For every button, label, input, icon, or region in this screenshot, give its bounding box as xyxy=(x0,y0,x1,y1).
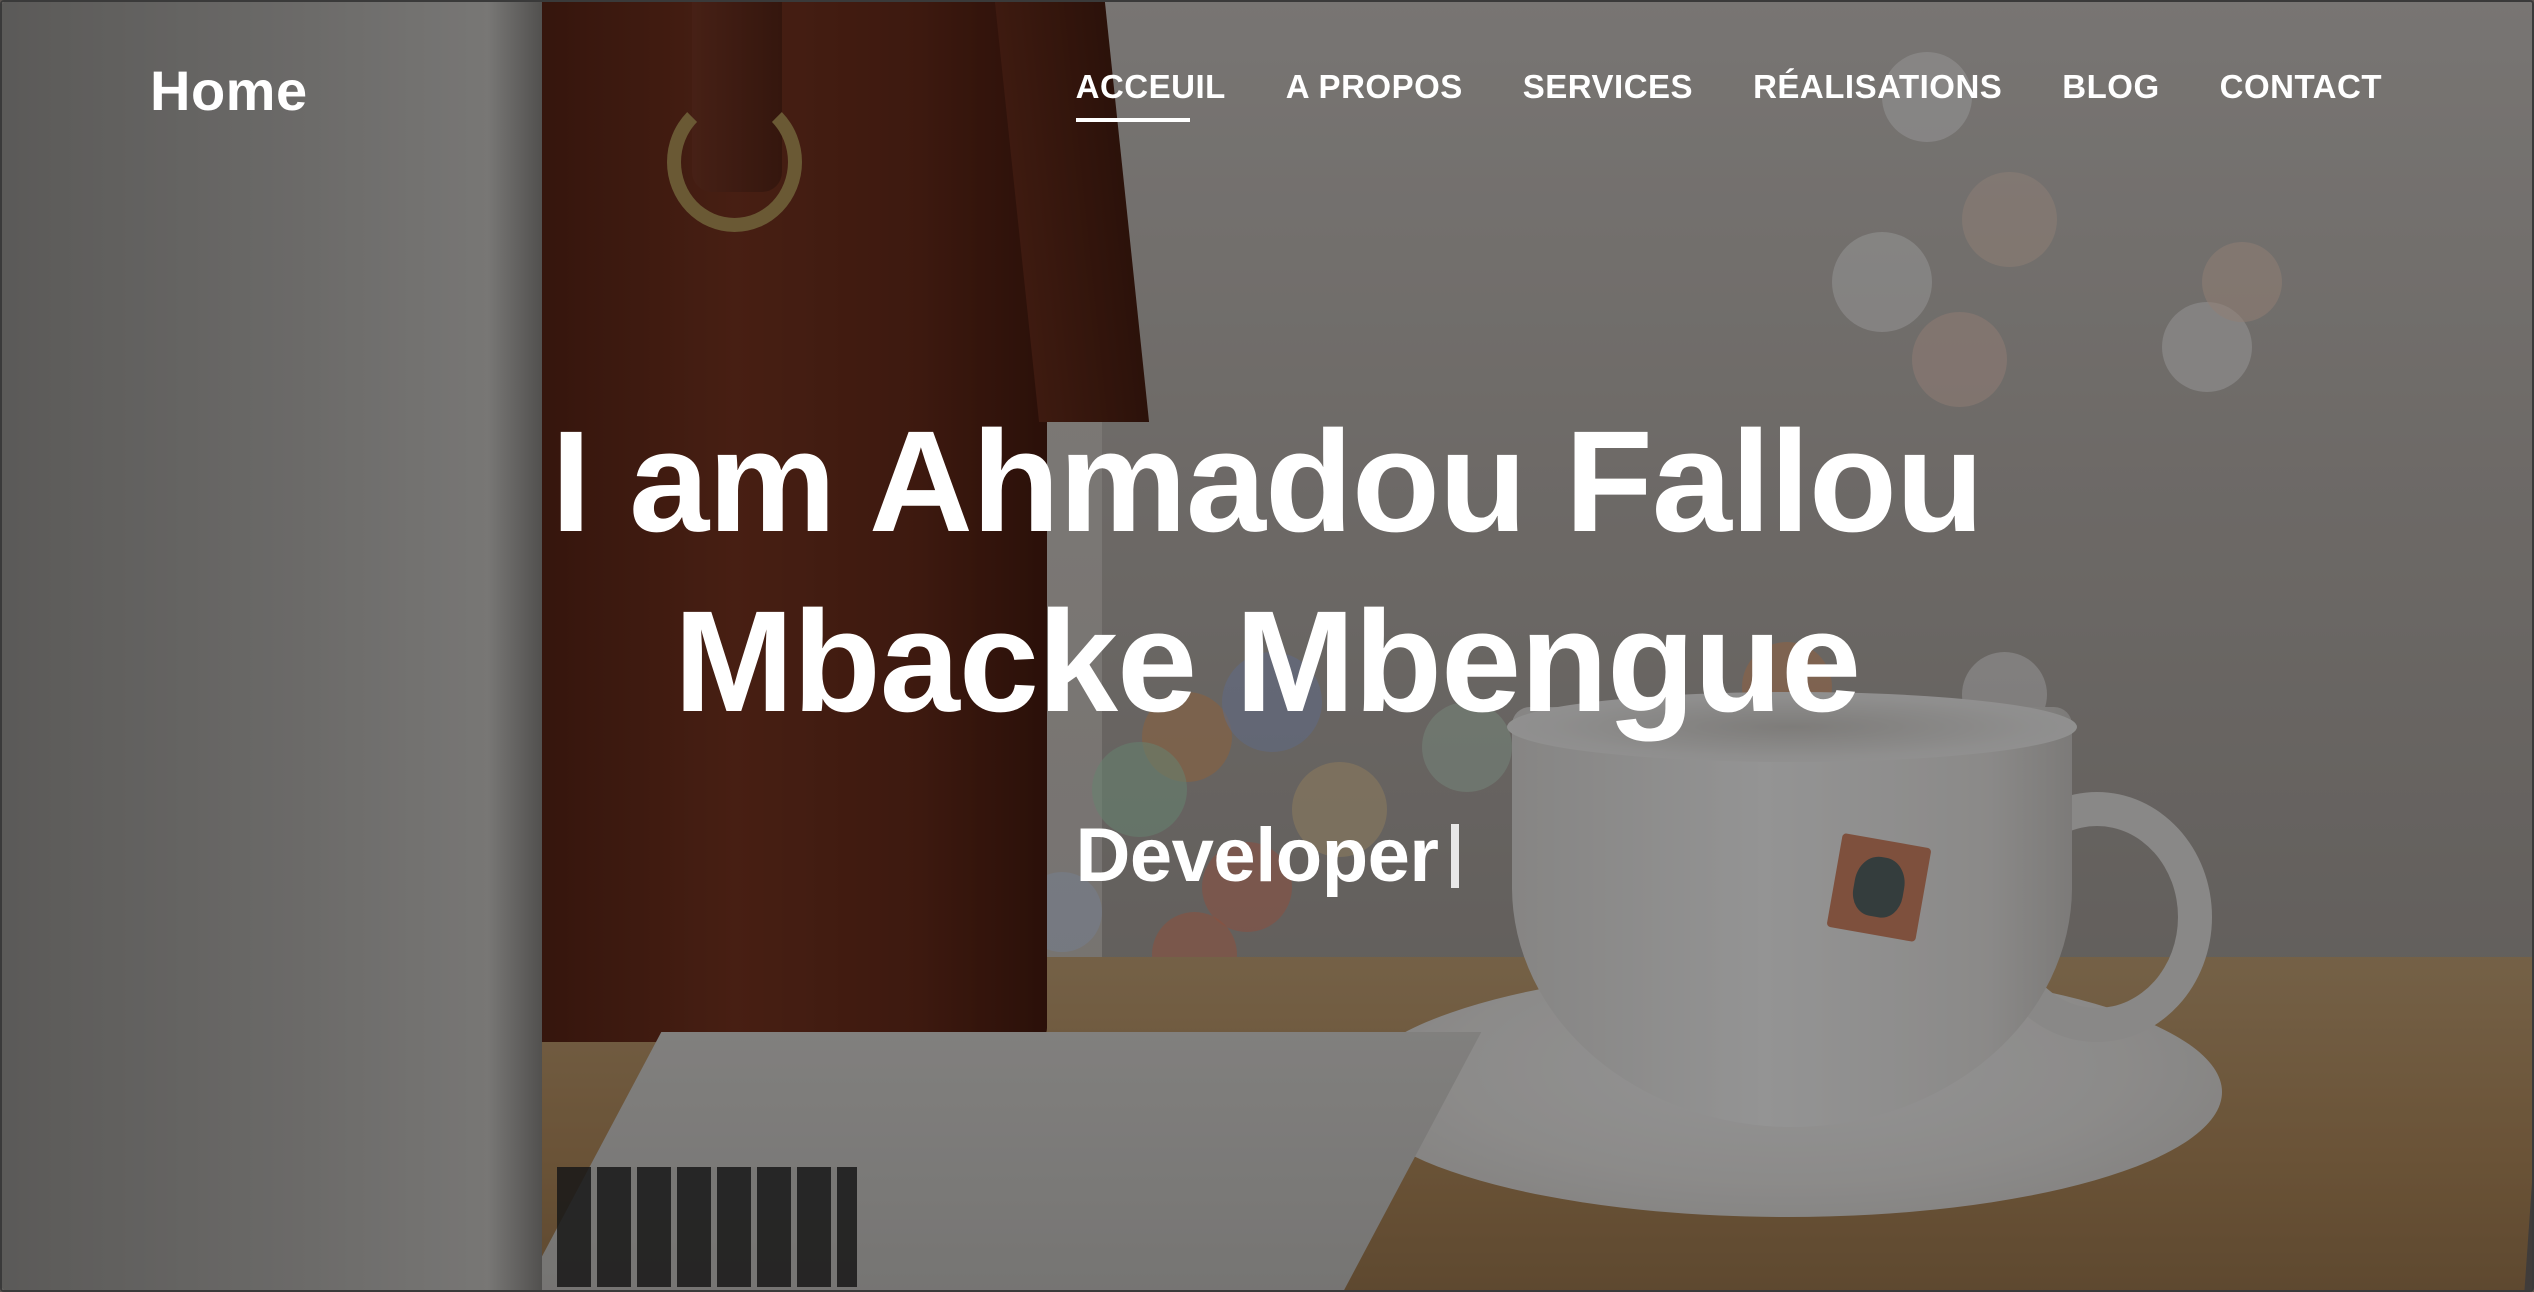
nav-link-realisations[interactable]: RÉALISATIONS xyxy=(1753,68,2002,106)
nav-item-contact: CONTACT xyxy=(2220,68,2382,106)
hero-section: Home ACCEUIL A PROPOS SERVICES RÉALISATI… xyxy=(0,0,2534,1292)
nav-item-realisations: RÉALISATIONS xyxy=(1753,68,2002,106)
nav-item-acceuil: ACCEUIL xyxy=(1075,68,1226,122)
nav-menu: ACCEUIL A PROPOS SERVICES RÉALISATIONS B… xyxy=(1075,68,2382,122)
nav-item-a-propos: A PROPOS xyxy=(1286,68,1463,106)
brand-home-link[interactable]: Home xyxy=(150,58,308,123)
hero-content: I am Ahmadou Fallou Mbacke Mbengue Devel… xyxy=(2,392,2532,899)
nav-link-a-propos[interactable]: A PROPOS xyxy=(1286,68,1463,106)
typing-cursor xyxy=(1450,823,1459,888)
hero-subtitle: Developer xyxy=(1076,812,1459,899)
nav-item-blog: BLOG xyxy=(2062,68,2159,106)
nav-link-contact[interactable]: CONTACT xyxy=(2220,68,2382,106)
nav-item-services: SERVICES xyxy=(1523,68,1693,106)
hero-title: I am Ahmadou Fallou Mbacke Mbengue xyxy=(551,401,1984,742)
nav-link-blog[interactable]: BLOG xyxy=(2062,68,2159,106)
active-nav-indicator xyxy=(1075,118,1190,122)
top-navbar: Home ACCEUIL A PROPOS SERVICES RÉALISATI… xyxy=(2,2,2532,172)
nav-link-acceuil[interactable]: ACCEUIL xyxy=(1076,68,1226,106)
hero-role-text: Developer xyxy=(1075,813,1440,898)
nav-link-services[interactable]: SERVICES xyxy=(1523,68,1693,106)
